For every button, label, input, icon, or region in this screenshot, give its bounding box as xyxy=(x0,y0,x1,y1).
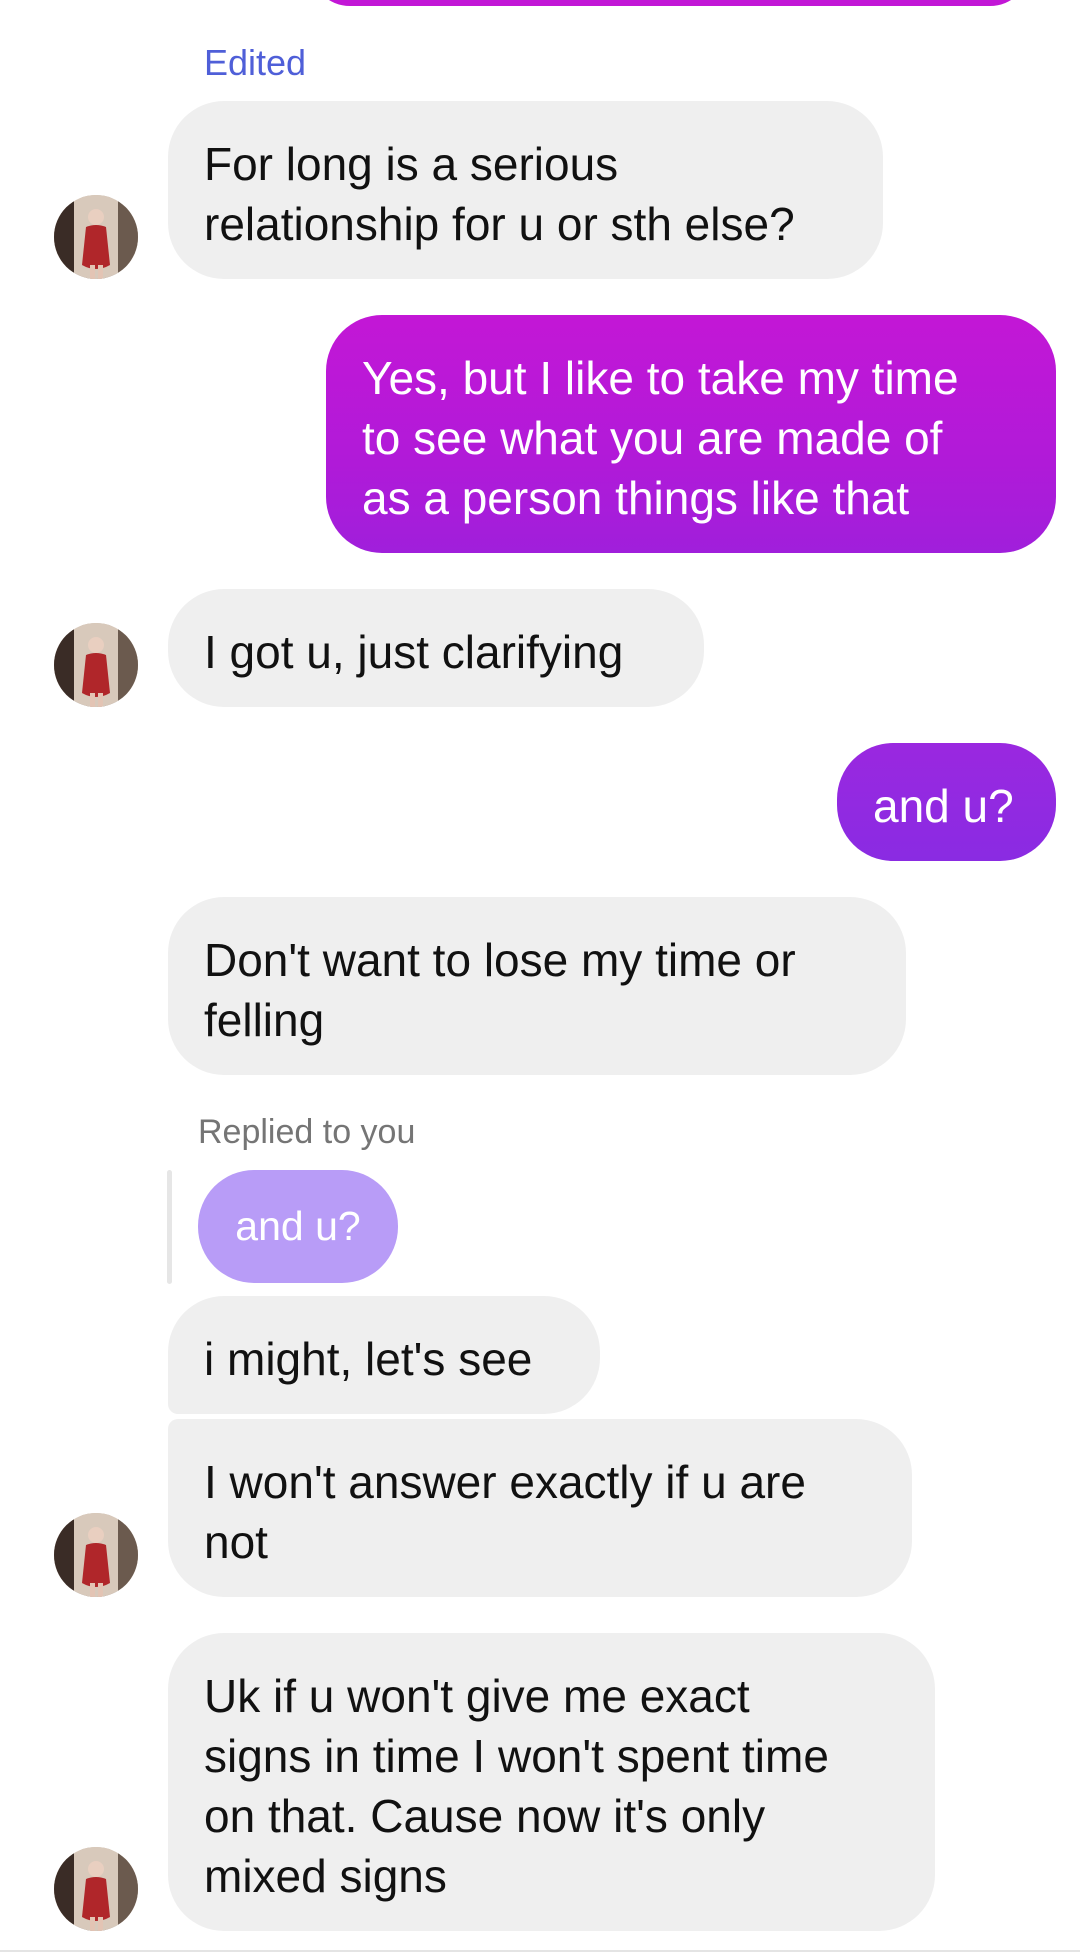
edited-label: Edited xyxy=(204,42,307,83)
outgoing-bubble-partial[interactable] xyxy=(310,0,1030,6)
replied-to-you-label: Replied to you xyxy=(198,1113,416,1151)
contact-photo-icon xyxy=(54,1513,138,1597)
incoming-message-bubble[interactable]: I won't answer exactly if u are not xyxy=(168,1419,912,1597)
incoming-message-bubble[interactable]: i might, let's see xyxy=(168,1296,600,1414)
outgoing-message-bubble[interactable]: Yes, but I like to take my time to see w… xyxy=(326,315,1056,553)
contact-photo-icon xyxy=(54,195,138,279)
contact-photo-icon xyxy=(54,1847,138,1931)
contact-avatar[interactable] xyxy=(54,1847,138,1931)
reply-quote-line xyxy=(167,1170,172,1284)
reply-preview-bubble[interactable]: and u? xyxy=(198,1170,398,1283)
composer-divider xyxy=(0,1950,1080,1952)
contact-photo-icon xyxy=(54,623,138,707)
outgoing-message-bubble[interactable]: and u? xyxy=(837,743,1056,861)
incoming-message-bubble[interactable]: Uk if u won't give me exact signs in tim… xyxy=(168,1633,935,1931)
incoming-message-bubble[interactable]: I got u, just clarifying xyxy=(168,589,704,707)
contact-avatar[interactable] xyxy=(54,1513,138,1597)
incoming-message-bubble[interactable]: For long is a serious relationship for u… xyxy=(168,101,883,279)
contact-avatar[interactable] xyxy=(54,623,138,707)
contact-avatar[interactable] xyxy=(54,195,138,279)
incoming-message-bubble[interactable]: Don't want to lose my time or felling xyxy=(168,897,906,1075)
